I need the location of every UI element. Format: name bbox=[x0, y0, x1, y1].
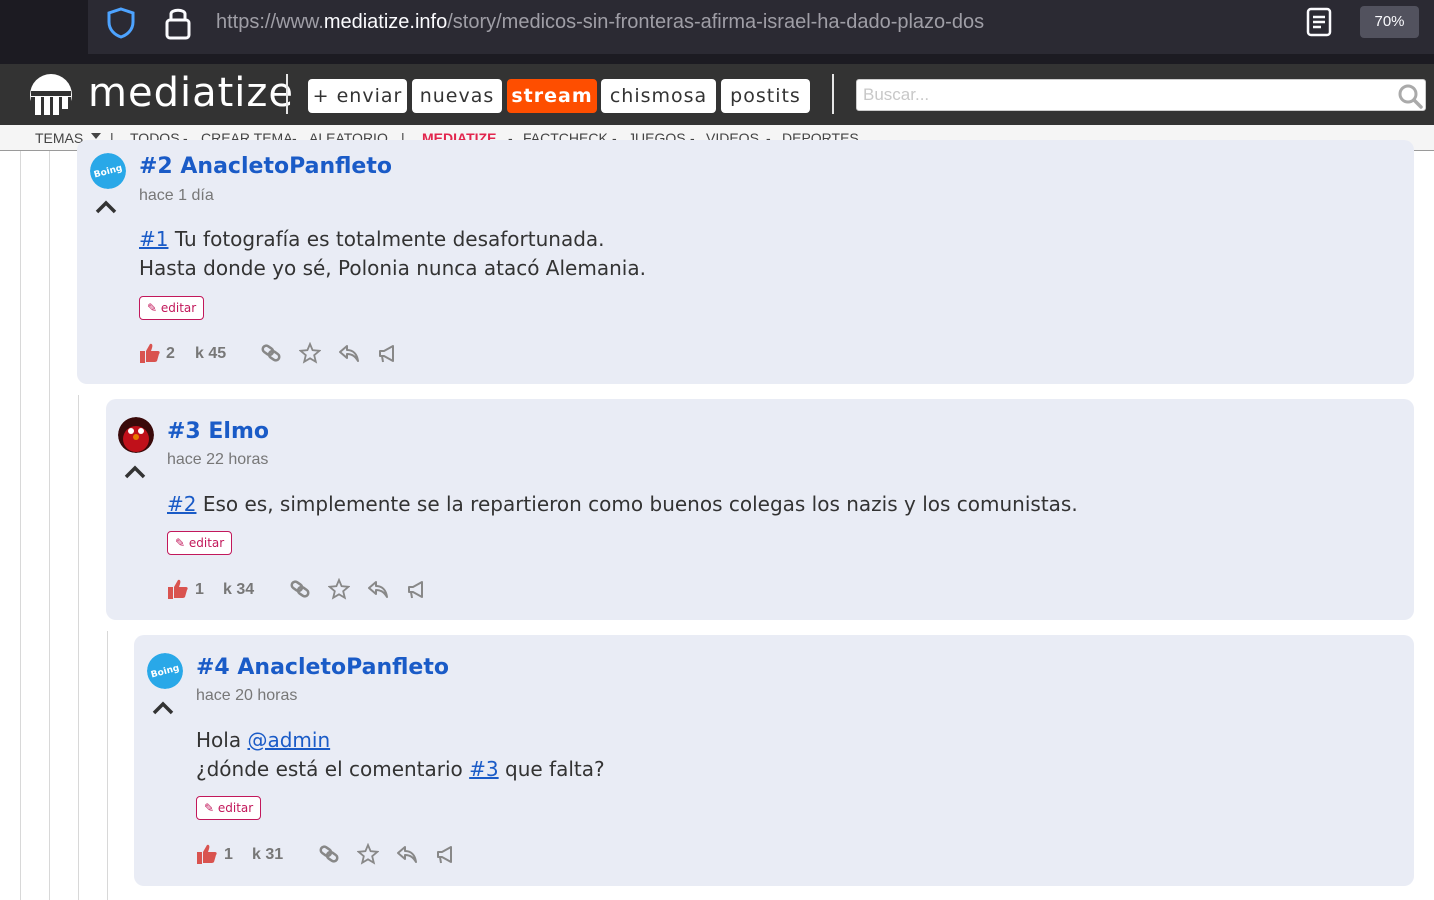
edit-button[interactable]: ✎ editar bbox=[167, 531, 233, 555]
nav-stream-button[interactable]: stream bbox=[507, 79, 597, 113]
url-domain: mediatize.info bbox=[323, 11, 448, 33]
reply-icon[interactable] bbox=[367, 578, 389, 600]
comment-body: #2 Eso es, simplemente se la repartieron… bbox=[167, 490, 1078, 519]
subnav-temas[interactable]: TEMAS bbox=[35, 130, 83, 146]
comment-time: hace 1 día bbox=[139, 187, 214, 204]
comment-line: Hola @admin bbox=[196, 726, 605, 755]
comment-ref-link[interactable]: #1 bbox=[139, 227, 168, 251]
nav-chismosa-button[interactable]: chismosa bbox=[601, 79, 716, 113]
star-icon[interactable] bbox=[328, 578, 350, 600]
lock-icon[interactable] bbox=[162, 4, 194, 40]
comment-line-prefix: Hola bbox=[196, 728, 248, 752]
zoom-level-button[interactable]: 70% bbox=[1360, 6, 1419, 38]
reply-icon[interactable] bbox=[396, 843, 418, 865]
url-path: /story/medicos-sin-fronteras-afirma-isra… bbox=[447, 11, 985, 33]
comment-title[interactable]: #2 AnacletoPanfleto bbox=[139, 154, 392, 179]
comment-line-text: que falta? bbox=[498, 757, 605, 781]
comment-actions: 1 k 31 bbox=[196, 843, 476, 867]
caret-down-icon[interactable] bbox=[91, 133, 101, 139]
comment-body: Hola @admin ¿dónde está el comentario #3… bbox=[196, 726, 605, 784]
reply-icon[interactable] bbox=[338, 342, 360, 364]
thumbs-up-icon[interactable] bbox=[167, 578, 189, 600]
thread-line bbox=[107, 631, 108, 900]
comment-title[interactable]: #3 Elmo bbox=[167, 419, 269, 444]
comment-body: #1 Tu fotografía es totalmente desafortu… bbox=[139, 225, 646, 283]
edit-button[interactable]: ✎ editar bbox=[139, 296, 205, 320]
thread-line bbox=[49, 151, 50, 900]
reader-view-icon[interactable] bbox=[1304, 6, 1334, 38]
chevron-up-icon[interactable] bbox=[95, 200, 117, 214]
mention-link[interactable]: @admin bbox=[247, 728, 330, 752]
elmo-avatar[interactable] bbox=[118, 417, 154, 453]
vote-count: 1 bbox=[224, 846, 233, 863]
karma-value: k 31 bbox=[252, 846, 284, 863]
megaphone-icon[interactable] bbox=[406, 578, 428, 600]
comment-title[interactable]: #4 AnacletoPanfleto bbox=[196, 655, 449, 680]
boing-avatar[interactable]: Boing bbox=[147, 653, 183, 689]
comment-time: hace 22 horas bbox=[167, 451, 269, 468]
edit-label: editar bbox=[160, 301, 197, 315]
megaphone-icon[interactable] bbox=[377, 342, 399, 364]
header-divider bbox=[286, 74, 288, 114]
link-icon[interactable] bbox=[289, 578, 311, 600]
comment-line: Hasta donde yo sé, Polonia nunca atacó A… bbox=[139, 256, 646, 280]
edit-label: editar bbox=[217, 801, 254, 815]
nav-nuevas-button[interactable]: nuevas bbox=[412, 79, 502, 113]
thread-line bbox=[20, 151, 21, 900]
thumbs-up-icon[interactable] bbox=[139, 342, 161, 364]
comment-line-prefix: ¿dónde está el comentario bbox=[196, 757, 470, 781]
vote-count: 2 bbox=[166, 345, 175, 362]
mediatize-logo-icon[interactable] bbox=[28, 73, 74, 117]
comment-actions: 2 k 45 bbox=[139, 342, 419, 366]
vote-count: 1 bbox=[195, 581, 204, 598]
star-icon[interactable] bbox=[357, 843, 379, 865]
search-box bbox=[856, 79, 1426, 111]
comment-time: hace 20 horas bbox=[196, 687, 298, 704]
star-icon[interactable] bbox=[299, 342, 321, 364]
shield-icon[interactable] bbox=[104, 6, 138, 40]
comment-actions: 1 k 34 bbox=[167, 578, 447, 602]
header-divider-2 bbox=[832, 74, 834, 114]
browser-left-area bbox=[0, 0, 88, 64]
site-logo-text[interactable]: mediatize bbox=[88, 70, 294, 116]
edit-button[interactable]: ✎ editar bbox=[196, 796, 262, 820]
chevron-up-icon[interactable] bbox=[152, 701, 174, 715]
nav-postits-button[interactable]: postits bbox=[721, 79, 810, 113]
thread-line bbox=[78, 395, 79, 900]
url-prefix: https://www. bbox=[216, 11, 324, 33]
link-icon[interactable] bbox=[318, 843, 340, 865]
chevron-up-icon[interactable] bbox=[124, 465, 146, 479]
karma-value: k 45 bbox=[195, 345, 227, 362]
comment-line: #2 Eso es, simplemente se la repartieron… bbox=[167, 490, 1078, 519]
comment-ref-link[interactable]: #3 bbox=[469, 757, 498, 781]
url-text[interactable]: https://www.mediatize.info/story/medicos… bbox=[216, 11, 984, 34]
karma-value: k 34 bbox=[223, 581, 255, 598]
comment-line-text: Tu fotografía es totalmente desafortunad… bbox=[168, 227, 605, 251]
megaphone-icon[interactable] bbox=[435, 843, 457, 865]
search-icon[interactable] bbox=[1397, 83, 1423, 109]
comment-line: ¿dónde está el comentario #3 que falta? bbox=[196, 755, 605, 784]
thumbs-up-icon[interactable] bbox=[196, 843, 218, 865]
nav-enviar-button[interactable]: + enviar bbox=[308, 79, 407, 113]
link-icon[interactable] bbox=[260, 342, 282, 364]
search-input[interactable] bbox=[857, 80, 1377, 110]
comment-ref-link[interactable]: #2 bbox=[167, 492, 196, 516]
comment-line: #1 Tu fotografía es totalmente desafortu… bbox=[139, 225, 646, 254]
boing-avatar[interactable]: Boing bbox=[90, 153, 126, 189]
comment-line-text: Eso es, simplemente se la repartieron co… bbox=[196, 492, 1078, 516]
edit-label: editar bbox=[188, 536, 225, 550]
